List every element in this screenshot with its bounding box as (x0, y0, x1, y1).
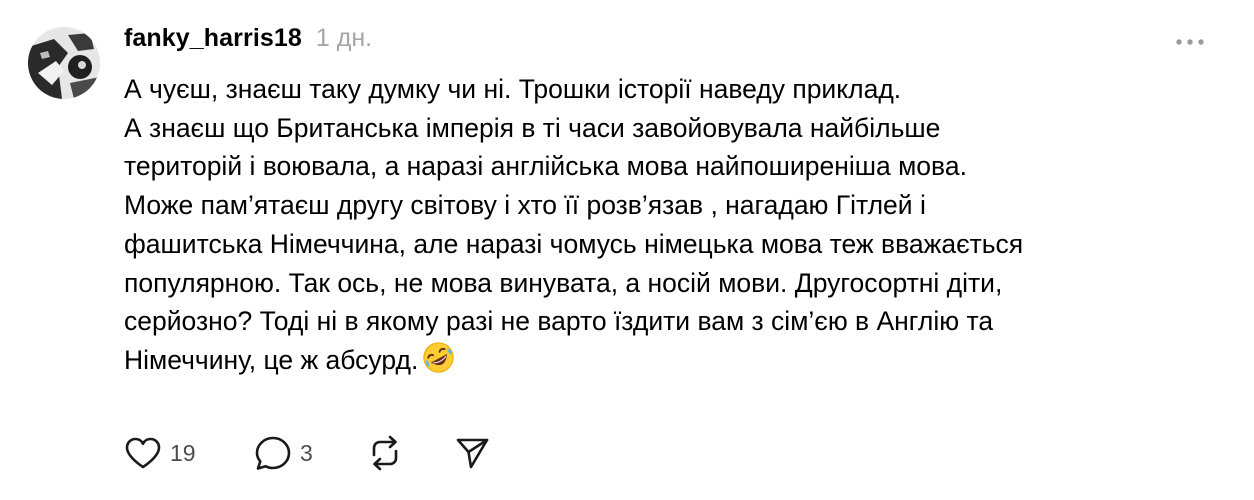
reply-button[interactable]: 3 (254, 435, 366, 471)
speech-bubble-icon (255, 436, 291, 470)
timestamp[interactable]: 1 дн. (316, 24, 372, 53)
like-count: 19 (170, 439, 196, 466)
avatar[interactable] (28, 27, 100, 99)
post-text-line: А чуєш, знаєш таку думку чи ні. Трошки і… (124, 74, 902, 104)
post-text-line: А знаєш що Британська імперія в ті часи … (124, 112, 941, 143)
post-text-line: Німеччину, це ж абсурд. (124, 344, 419, 375)
post-text-line: Може пам’ятаєш другу світову і хто її ро… (124, 190, 926, 221)
reply-count: 3 (300, 439, 313, 466)
more-options-button[interactable] (1168, 28, 1212, 56)
rolling-on-floor-laughing-emoji (423, 342, 454, 373)
post-text-line: популярною. Так ось, не мова винувата, а… (124, 267, 1003, 298)
more-horizontal-icon (1176, 39, 1204, 45)
avatar-image (28, 27, 100, 99)
post-text: А чуєш, знаєш таку думку чи ні. Трошки і… (124, 70, 1204, 380)
repost-icon (372, 435, 398, 471)
send-icon (456, 438, 489, 469)
share-button[interactable] (454, 435, 490, 471)
post-text-line: територій і воювала, а наразі англійська… (124, 151, 967, 182)
post-text-line: фашитська Німеччина, але наразі чомусь н… (124, 228, 1024, 259)
post-text-line-last: Німеччину, це ж абсурд. (124, 341, 1204, 380)
username[interactable]: fanky_harris18 (124, 24, 302, 53)
post-header: fanky_harris18 1 дн. (124, 24, 372, 60)
post-text-line: серйозно? Тоді ні в якому разі не варто … (124, 306, 994, 337)
repost-button[interactable] (366, 434, 454, 472)
post-actions: 19 3 (124, 430, 490, 476)
thread-post: fanky_harris18 1 дн. А чуєш, знаєш таку … (0, 0, 1254, 500)
heart-icon (125, 437, 161, 469)
like-button[interactable]: 19 (124, 436, 254, 470)
